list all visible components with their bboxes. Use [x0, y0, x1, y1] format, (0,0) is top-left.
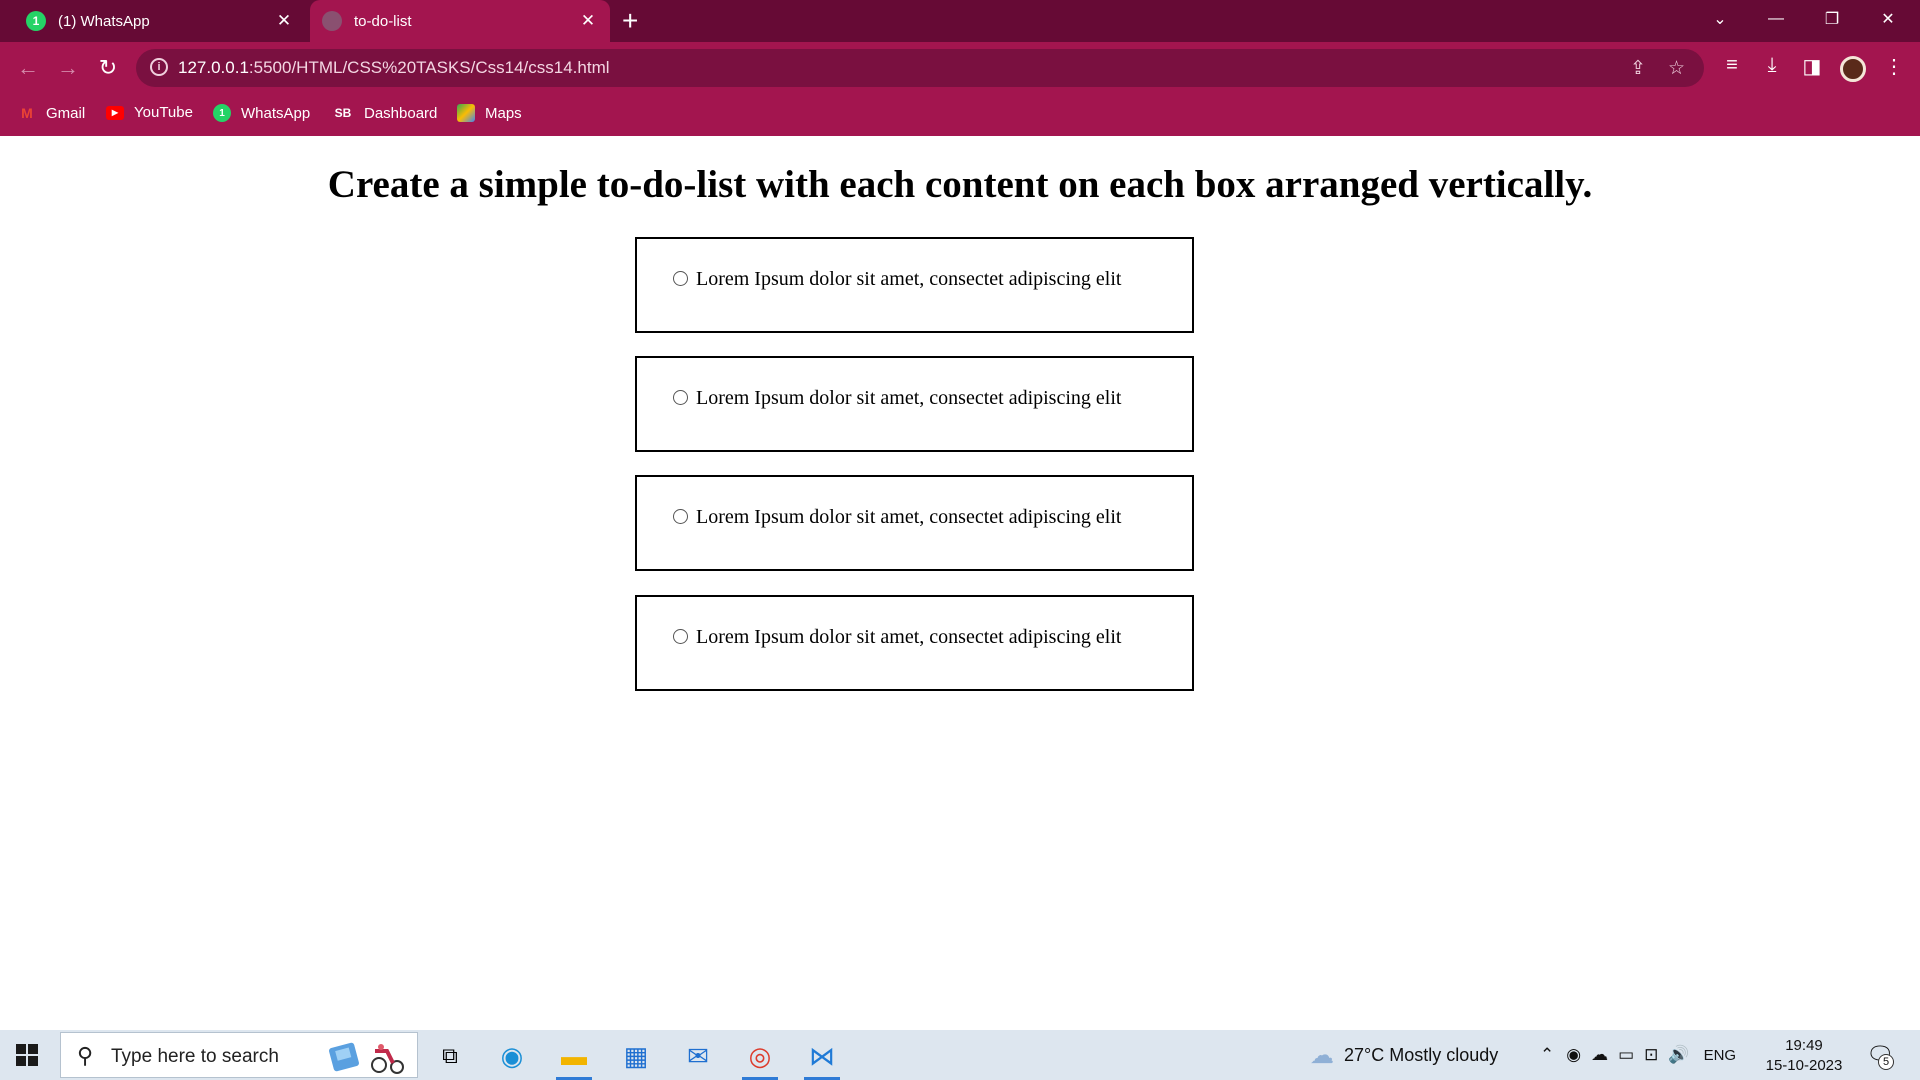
bookmark-gmail[interactable]: M Gmail	[18, 104, 85, 122]
close-icon[interactable]: ✕	[270, 11, 298, 31]
todo-item: Lorem Ipsum dolor sit amet, consectet ad…	[635, 595, 1194, 691]
search-icon: ⚲	[77, 1043, 94, 1068]
tab-whatsapp[interactable]: 1 (1) WhatsApp ✕	[14, 0, 306, 42]
todo-label: Lorem Ipsum dolor sit amet, consectet ad…	[696, 506, 1122, 528]
clock-date: 15-10-2023	[1765, 1057, 1843, 1074]
restore-button[interactable]: ❐	[1804, 0, 1860, 38]
network-icon[interactable]: ⊡	[1644, 1045, 1658, 1065]
tab-title: (1) WhatsApp	[58, 12, 150, 30]
todo-label: Lorem Ipsum dolor sit amet, consectet ad…	[696, 268, 1122, 290]
search-placeholder: Type here to search	[111, 1046, 279, 1067]
tab-search-chevron-icon[interactable]: ⌄	[1692, 0, 1748, 38]
address-bar[interactable]: i 127.0.0.1:5500/HTML/CSS%20TASKS/Css14/…	[136, 49, 1704, 87]
globe-icon	[322, 11, 342, 31]
bookmark-maps[interactable]: Maps	[457, 104, 522, 122]
menu-kebab-icon[interactable]: ⋮	[1880, 54, 1908, 79]
windows-start-icon[interactable]	[16, 1044, 38, 1066]
clock-time: 19:49	[1785, 1037, 1823, 1054]
close-icon[interactable]: ✕	[574, 11, 602, 31]
chrome-icon[interactable]: ◎	[738, 1038, 782, 1080]
page-title: Create a simple to-do-list with each con…	[327, 163, 1593, 206]
tab-strip: 1 (1) WhatsApp ✕ to-do-list ✕ + ⌄ — ❐ ✕	[0, 0, 1920, 42]
todo-item: Lorem Ipsum dolor sit amet, consectet ad…	[635, 356, 1194, 452]
bookmark-youtube[interactable]: ▶ YouTube	[106, 104, 193, 121]
tab-to-do-list[interactable]: to-do-list ✕	[310, 0, 610, 42]
side-panel-icon[interactable]: ◨	[1798, 54, 1826, 79]
edge-icon[interactable]: ◉	[490, 1038, 534, 1074]
bookmark-dashboard[interactable]: SB Dashboard	[332, 104, 438, 122]
youtube-icon: ▶	[106, 105, 124, 120]
todo-radio[interactable]	[673, 271, 688, 286]
minimize-button[interactable]: —	[1748, 0, 1804, 38]
reload-button[interactable]: ↻	[92, 52, 124, 84]
clock[interactable]: 19:49 15-10-2023	[1764, 1036, 1844, 1076]
whatsapp-icon: 1	[26, 11, 46, 31]
todo-item: Lorem Ipsum dolor sit amet, consectet ad…	[635, 237, 1194, 333]
notification-count-badge: 5	[1878, 1054, 1894, 1070]
language-indicator[interactable]: ENG	[1704, 1047, 1737, 1064]
page-content: Create a simple to-do-list with each con…	[0, 136, 1920, 1030]
browser-toolbar: ← → ↻ i 127.0.0.1:5500/HTML/CSS%20TASKS/…	[0, 42, 1920, 94]
reading-list-icon[interactable]: ≡	[1718, 54, 1746, 77]
todo-radio[interactable]	[673, 509, 688, 524]
profile-avatar[interactable]	[1840, 56, 1866, 82]
back-button[interactable]: ←	[12, 52, 44, 84]
notification-center-icon[interactable]: 🗨 5	[1866, 1030, 1894, 1080]
todo-label: Lorem Ipsum dolor sit amet, consectet ad…	[696, 626, 1122, 648]
bookmark-whatsapp[interactable]: 1 WhatsApp	[213, 104, 310, 122]
todo-item: Lorem Ipsum dolor sit amet, consectet ad…	[635, 475, 1194, 571]
mail-icon[interactable]: ✉	[676, 1038, 720, 1074]
share-icon[interactable]: ⇪	[1630, 57, 1646, 80]
new-tab-button[interactable]: +	[622, 5, 638, 37]
weather-widget[interactable]: ☁ 27°C Mostly cloudy	[1310, 1030, 1498, 1080]
forward-button[interactable]: →	[52, 52, 84, 84]
task-view-icon[interactable]: ⧉	[428, 1038, 472, 1074]
onedrive-cloud-icon[interactable]: ☁	[1591, 1045, 1608, 1065]
download-icon[interactable]: ⤓	[1758, 54, 1786, 77]
file-explorer-icon[interactable]: ▬	[552, 1038, 596, 1080]
whatsapp-icon: 1	[213, 104, 231, 122]
battery-icon[interactable]: ▭	[1618, 1045, 1634, 1065]
site-info-icon[interactable]: i	[150, 58, 168, 76]
bookmarks-bar: M Gmail ▶ YouTube 1 WhatsApp SB Dashboar…	[0, 94, 1920, 136]
maps-icon	[457, 104, 475, 122]
record-icon[interactable]: ◉	[1566, 1045, 1581, 1065]
show-hidden-icons-chevron-icon[interactable]: ⌃	[1540, 1045, 1554, 1065]
windows-taskbar: ⚲ Type here to search ⧉ ◉ ▬ ▦ ✉ ◎ ⋈ ☁ 27…	[0, 1030, 1920, 1080]
cloudy-weather-icon: ☁	[1310, 1041, 1334, 1069]
todo-radio[interactable]	[673, 629, 688, 644]
gmail-icon: M	[21, 105, 33, 121]
microsoft-store-icon[interactable]: ▦	[614, 1038, 658, 1074]
url-text[interactable]: 127.0.0.1:5500/HTML/CSS%20TASKS/Css14/cs…	[178, 58, 610, 78]
tab-title: to-do-list	[354, 12, 412, 30]
system-tray: ⌃ ◉ ☁ ▭ ⊡ 🔊 ENG	[1540, 1030, 1736, 1080]
sb-icon: SB	[334, 106, 352, 120]
todo-radio[interactable]	[673, 390, 688, 405]
volume-icon[interactable]: 🔊	[1668, 1045, 1689, 1065]
bookmark-star-icon[interactable]: ☆	[1668, 57, 1685, 80]
search-highlight-illustration-icon	[329, 1042, 404, 1074]
todo-label: Lorem Ipsum dolor sit amet, consectet ad…	[696, 387, 1122, 409]
vscode-icon[interactable]: ⋈	[800, 1038, 844, 1080]
window-close-button[interactable]: ✕	[1860, 0, 1916, 38]
taskbar-search-input[interactable]: ⚲ Type here to search	[60, 1032, 418, 1078]
